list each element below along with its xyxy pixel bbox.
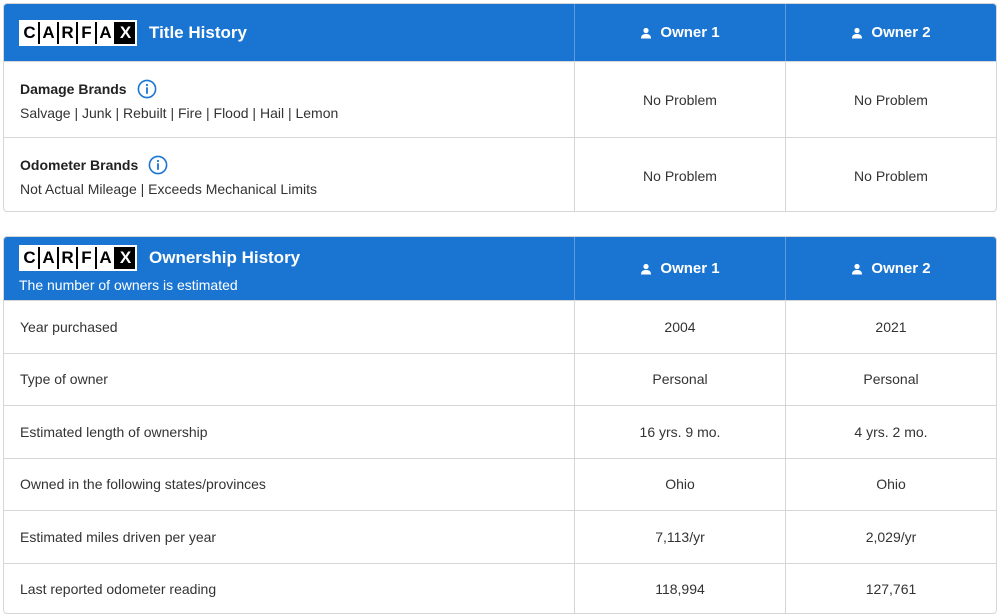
owner2-value: Ohio — [876, 476, 906, 493]
owner1-value: Personal — [575, 353, 786, 405]
owner1-label: Owner 1 — [660, 260, 720, 277]
info-icon[interactable] — [148, 155, 168, 175]
table-row: Damage Brands Salvage | Junk | Rebuilt |… — [4, 61, 996, 137]
owner2-value: Personal — [863, 371, 919, 388]
odometer-brands-detail: Not Actual Mileage | Exceeds Mechanical … — [20, 180, 317, 197]
owner1-value: 118,994 — [575, 563, 786, 613]
logo-letter: F — [78, 246, 97, 269]
ownership-history-subtitle: The number of owners is estimated — [19, 276, 238, 293]
ownership-history-card: C A R F A X Ownership History The number… — [3, 236, 997, 614]
row-label: Owned in the following states/provinces — [4, 458, 575, 510]
logo-letter: X — [116, 246, 135, 269]
title-history-card: C A R F A X Title History Owner 1 Owner … — [3, 3, 997, 212]
logo-letter: F — [78, 21, 97, 44]
owner2-value: No Problem — [854, 167, 928, 184]
owner1-value: Ohio — [575, 458, 786, 510]
row-label: Estimated miles driven per year — [4, 511, 575, 563]
owner2-value: 2,029/yr — [865, 528, 917, 545]
owner1-label: Owner 1 — [660, 24, 720, 41]
table-row: Estimated miles driven per year 7,113/yr… — [4, 510, 996, 563]
table-row: Type of owner Personal Personal — [4, 352, 996, 405]
logo-letter: R — [59, 21, 78, 44]
owner1-value: 2004 — [575, 301, 786, 353]
owner2-label: Owner 2 — [871, 24, 931, 41]
table-row: Odometer Brands Not Actual Mileage | Exc… — [4, 137, 996, 211]
owner2-value: 127,761 — [865, 581, 917, 598]
table-row: Owned in the following states/provinces … — [4, 457, 996, 510]
title-history-header-label-cell: C A R F A X Title History — [4, 4, 575, 61]
logo-letter: A — [40, 246, 59, 269]
person-icon — [852, 27, 863, 38]
odometer-brands-label: Odometer Brands — [20, 156, 139, 173]
table-row: Year purchased 2004 2021 — [4, 300, 996, 353]
logo-letter: A — [40, 21, 59, 44]
owner2-value: 2021 — [875, 318, 907, 335]
owner2-value: No Problem — [854, 91, 928, 108]
owner2-label: Owner 2 — [871, 260, 931, 277]
info-icon[interactable] — [137, 79, 157, 99]
logo-letter: R — [59, 246, 78, 269]
logo-letter: A — [97, 21, 116, 44]
owner1-value: No Problem — [575, 62, 786, 137]
logo-letter: C — [21, 246, 40, 269]
person-icon — [641, 263, 652, 274]
damage-brands-detail: Salvage | Junk | Rebuilt | Fire | Flood … — [20, 104, 339, 121]
row-label: Year purchased — [4, 301, 575, 353]
carfax-logo: C A R F A X — [19, 244, 137, 271]
person-icon — [641, 27, 652, 38]
owner2-value: 4 yrs. 2 mo. — [854, 423, 928, 440]
table-row: Estimated length of ownership 16 yrs. 9 … — [4, 405, 996, 458]
logo-letter: C — [21, 21, 40, 44]
row-label: Estimated length of ownership — [4, 406, 575, 458]
ownership-history-header-label-cell: C A R F A X Ownership History The number… — [4, 237, 575, 300]
ownership-history-header: C A R F A X Ownership History The number… — [4, 237, 996, 300]
table-row: Last reported odometer reading 118,994 1… — [4, 562, 996, 613]
owner1-header-cell: Owner 1 — [575, 237, 786, 300]
ownership-history-title: Ownership History — [149, 247, 301, 267]
row-label: Type of owner — [4, 353, 575, 405]
logo-letter: A — [97, 246, 116, 269]
carfax-logo: C A R F A X — [19, 19, 137, 46]
damage-brands-label: Damage Brands — [20, 80, 127, 97]
owner1-value: 7,113/yr — [575, 511, 786, 563]
logo-letter: X — [116, 21, 135, 44]
person-icon — [852, 263, 863, 274]
owner1-value: No Problem — [575, 138, 786, 211]
title-history-title: Title History — [149, 22, 247, 42]
title-history-header: C A R F A X Title History Owner 1 Owner … — [4, 4, 996, 61]
owner2-header-cell: Owner 2 — [786, 237, 996, 300]
row-label: Last reported odometer reading — [4, 563, 575, 613]
owner2-header-cell: Owner 2 — [786, 4, 996, 61]
owner1-value: 16 yrs. 9 mo. — [575, 406, 786, 458]
owner1-header-cell: Owner 1 — [575, 4, 786, 61]
